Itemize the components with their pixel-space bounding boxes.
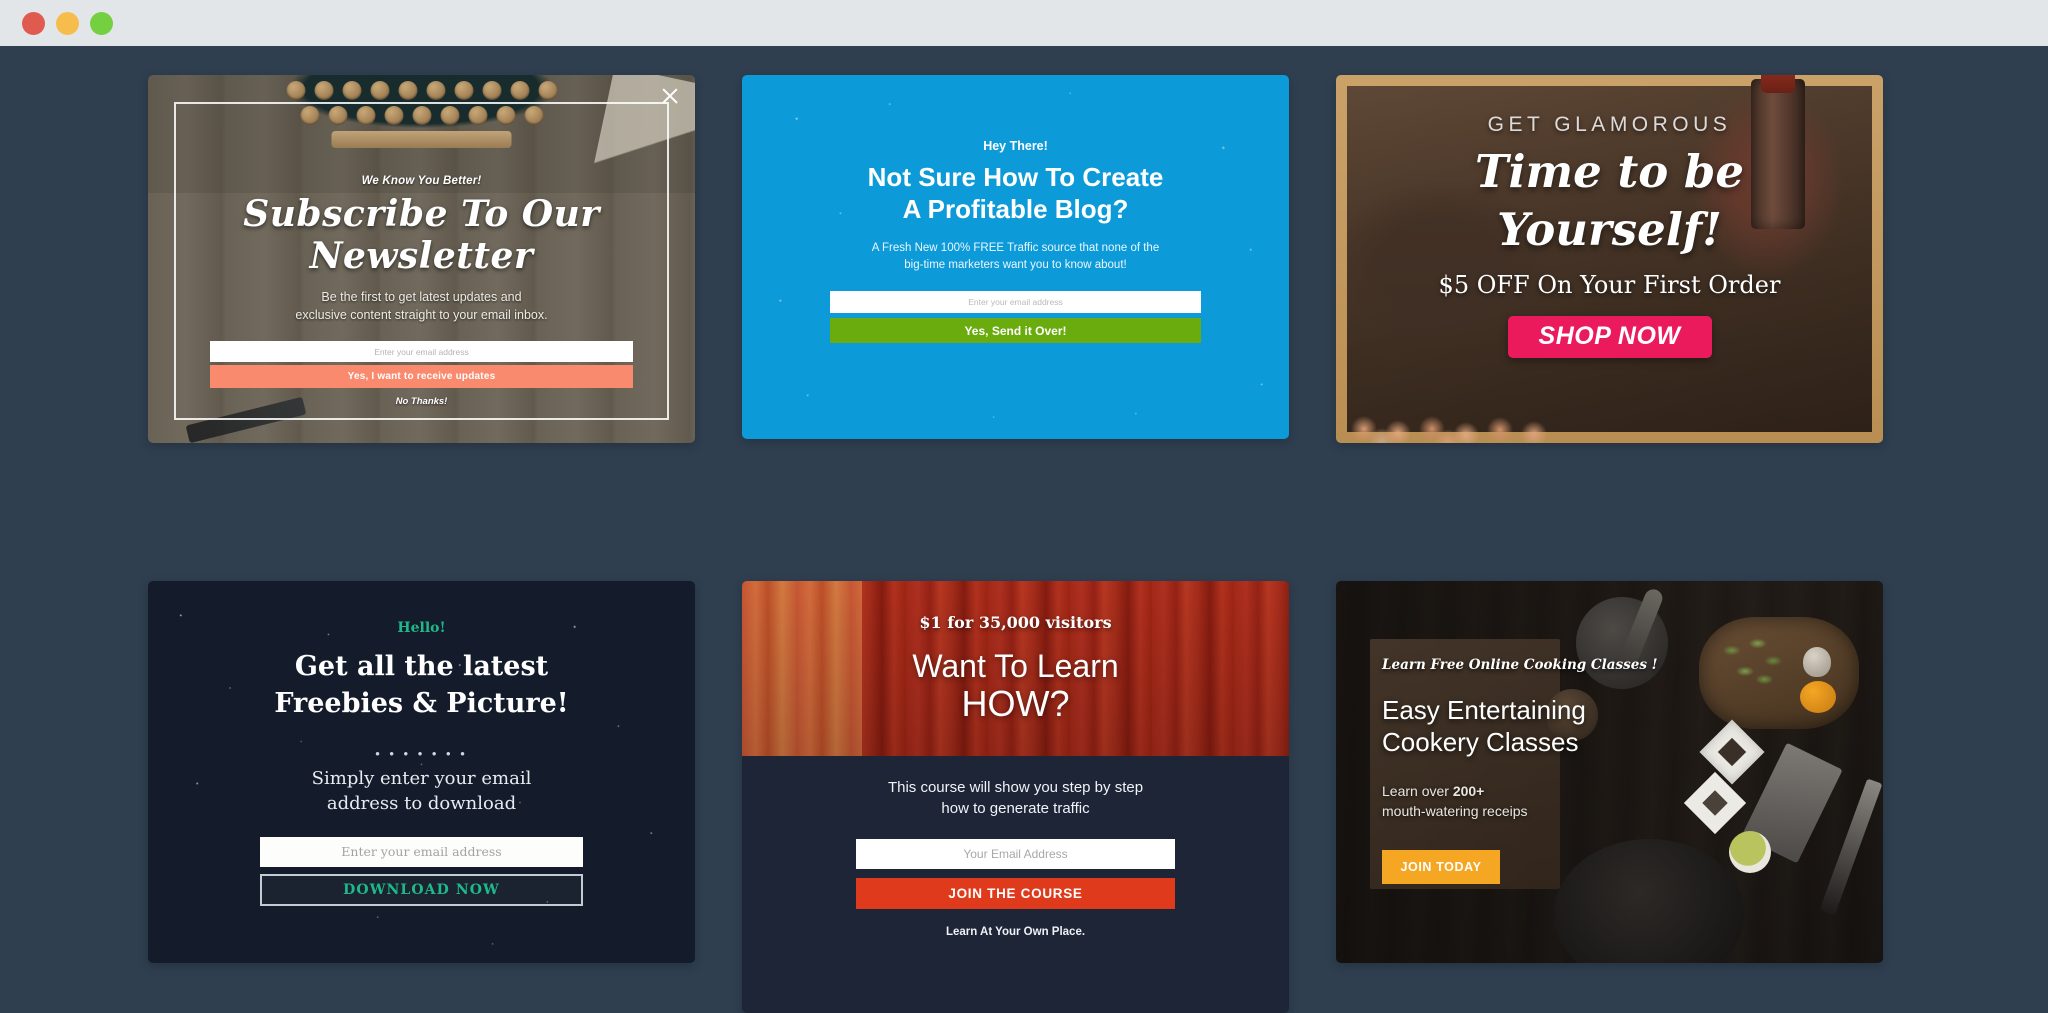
join-today-button[interactable]: JOIN TODAY	[1382, 850, 1500, 885]
signup-form: Enter your email address Yes, I want to …	[210, 341, 633, 389]
subtitle-line-2: how to generate traffic	[941, 800, 1090, 817]
page-title-line-2: Freebies & Picture!	[274, 688, 569, 720]
subscribe-button[interactable]: Yes, I want to receive updates	[210, 365, 633, 389]
email-input[interactable]: Enter your email address	[210, 341, 633, 363]
popup-card-cookery-classes[interactable]: Learn Free Online Cooking Classes ! Easy…	[1336, 581, 1883, 963]
traffic-light-group	[22, 11, 113, 35]
close-icon[interactable]	[659, 85, 681, 107]
eyebrow-text: Hello!	[397, 620, 446, 636]
orange-fruit-decoration	[1800, 681, 1836, 713]
popup-card-profitable-blog[interactable]: Hey There! Not Sure How To Create A Prof…	[742, 75, 1289, 439]
subtitle-line-1: Learn over 200+	[1382, 782, 1662, 802]
page-title-line-2: A Profitable Blog?	[902, 193, 1129, 224]
page-title-line-1: Easy Entertaining	[1382, 695, 1586, 725]
submit-button[interactable]: Yes, Send it Over!	[830, 318, 1201, 344]
offer-text: $5 OFF On Your First Order	[1438, 270, 1781, 299]
email-input[interactable]: Enter your email address	[260, 836, 583, 867]
eyebrow-text: Learn Free Online Cooking Classes !	[1382, 657, 1658, 673]
subtitle-line-2: address to download	[326, 793, 517, 815]
subtitle-line-1: Simply enter your email	[311, 768, 532, 790]
oil-cup-decoration	[1729, 831, 1771, 873]
garlic-decoration	[1803, 647, 1831, 677]
download-button[interactable]: DOWNLOAD NOW	[260, 873, 583, 906]
learn-hero-content: $1 for 35,000 visitors Want To Learn HOW…	[742, 613, 1289, 725]
minimize-window-button[interactable]	[56, 11, 79, 35]
eyebrow-text: GET GLAMOROUS	[1487, 113, 1732, 136]
email-input[interactable]: Your Email Address	[856, 839, 1175, 869]
popup-card-freebies[interactable]: Hello! Get all the latest Freebies & Pic…	[148, 581, 695, 963]
recipe-count: 200+	[1452, 783, 1485, 800]
subtitle-line-1: This course will show you step by step	[887, 779, 1144, 796]
eyebrow-text: We Know You Better!	[361, 175, 482, 187]
subtitle-line-2: big-time marketers want you to know abou…	[904, 259, 1127, 272]
page-title-line-2: Yourself!	[1497, 202, 1722, 256]
shop-now-button[interactable]: SHOP NOW	[1507, 315, 1712, 358]
popup-card-newsletter[interactable]: We Know You Better! Subscribe To Our New…	[148, 75, 695, 443]
subtitle-prefix: Learn over	[1382, 783, 1453, 800]
freebies-content: Hello! Get all the latest Freebies & Pic…	[148, 581, 695, 963]
signup-form: Enter your email address Yes, Send it Ov…	[830, 291, 1201, 344]
signup-form: Your Email Address JOIN THE COURSE	[856, 839, 1175, 909]
newsletter-content: We Know You Better! Subscribe To Our New…	[148, 175, 695, 407]
learn-form-content: This course will show you step by step h…	[742, 777, 1289, 938]
subtitle-line-1: Be the first to get latest updates and	[321, 290, 522, 304]
popup-template-gallery: We Know You Better! Subscribe To Our New…	[0, 46, 2048, 1013]
herbs-decoration	[1717, 633, 1791, 691]
join-course-button[interactable]: JOIN THE COURSE	[856, 878, 1175, 909]
popup-card-want-to-learn[interactable]: $1 for 35,000 visitors Want To Learn HOW…	[742, 581, 1289, 1013]
subtitle-line-1: A Fresh New 100% FREE Traffic source tha…	[871, 241, 1160, 254]
page-title-line-1: Not Sure How To Create	[867, 162, 1164, 192]
page-title-line-1: Time to be	[1474, 145, 1745, 198]
blog-content: Hey There! Not Sure How To Create A Prof…	[742, 75, 1289, 439]
close-window-button[interactable]	[22, 11, 45, 35]
page-title-line-1: Get all the latest	[294, 651, 549, 682]
price-headline: $1 for 35,000 visitors	[919, 613, 1112, 632]
subtitle-line-2: mouth-watering receips	[1382, 803, 1528, 820]
footer-note: Learn At Your Own Place.	[945, 926, 1086, 938]
eyebrow-text: Hey There!	[983, 139, 1048, 153]
page-title-line-1: Want To Learn	[912, 648, 1119, 684]
window-titlebar	[0, 0, 2048, 46]
download-form: Enter your email address DOWNLOAD NOW	[260, 836, 583, 906]
cookery-content: Learn Free Online Cooking Classes ! Easy…	[1382, 657, 1662, 885]
email-input[interactable]: Enter your email address	[830, 291, 1201, 314]
glamorous-content: GET GLAMOROUS Time to be Yourself! $5 OF…	[1336, 75, 1883, 443]
subtitle-line-2: exclusive content straight to your email…	[295, 308, 548, 323]
decline-link[interactable]: No Thanks!	[196, 396, 647, 407]
maximize-window-button[interactable]	[90, 11, 113, 35]
page-title-line-2: Cookery Classes	[1382, 726, 1579, 757]
page-title: Subscribe To Our Newsletter	[243, 193, 600, 277]
divider-dots: • • • • • • •	[375, 746, 468, 762]
popup-card-get-glamorous[interactable]: GET GLAMOROUS Time to be Yourself! $5 OF…	[1336, 75, 1883, 443]
page-title-line-2: HOW?	[961, 683, 1070, 724]
